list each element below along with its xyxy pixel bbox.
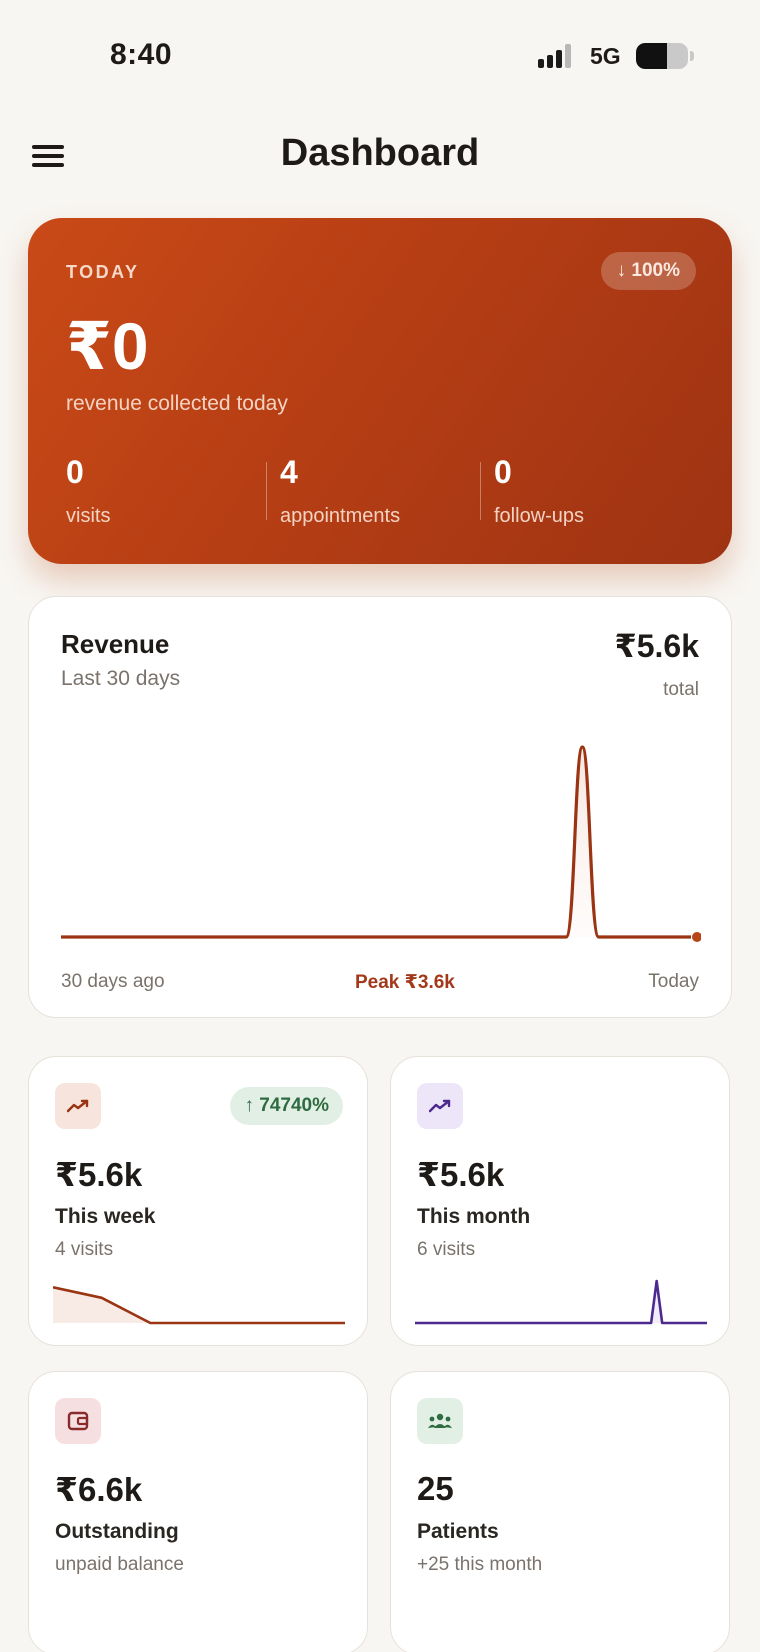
today-label: TODAY [66, 262, 140, 282]
status-time: 8:40 [110, 38, 173, 71]
stat-label: follow-ups [494, 505, 585, 527]
today-revenue-value: ₹0 [66, 309, 149, 383]
revenue-today-point [692, 932, 701, 942]
outstanding-card[interactable]: ₹6.6k Outstanding unpaid balance [28, 1371, 368, 1652]
peak-label: Peak ₹3.6k [355, 972, 455, 993]
axis-start-label: 30 days ago [61, 971, 165, 992]
patients-sub: +25 this month [417, 1554, 543, 1575]
week-visits: 4 visits [55, 1239, 114, 1260]
revenue-total: ₹5.6k [614, 628, 699, 664]
stat-value: 4 [280, 454, 298, 490]
signal-strength-icon [538, 44, 576, 68]
stat-visits[interactable]: 0 visits [66, 454, 110, 534]
axis-end-label: Today [648, 971, 699, 992]
week-label: This week [55, 1205, 156, 1228]
week-value: ₹5.6k [55, 1156, 143, 1193]
patients-group-icon [417, 1398, 463, 1444]
battery-icon [636, 43, 688, 69]
this-month-card[interactable]: ₹5.6k This month 6 visits [390, 1056, 730, 1346]
patients-value: 25 [417, 1470, 454, 1507]
revenue-total-label: total [663, 679, 699, 700]
sparkline-area [415, 1281, 707, 1323]
stat-value: 0 [494, 454, 512, 490]
page-title: Dashboard [280, 132, 480, 174]
today-summary-card[interactable]: TODAY ↓ 100% ₹0 revenue collected today … [28, 218, 732, 564]
today-revenue-caption: revenue collected today [66, 392, 288, 415]
stat-value: 0 [66, 454, 84, 490]
patients-label: Patients [417, 1520, 499, 1543]
revenue-area [61, 747, 691, 937]
stat-label: appointments [280, 505, 401, 527]
status-bar: 8:40 5G [0, 0, 760, 110]
revenue-card[interactable]: Revenue Last 30 days ₹5.6k total 30 days… [28, 596, 732, 1018]
week-growth-badge: ↑ 74740% [230, 1087, 343, 1125]
revenue-subtitle: Last 30 days [61, 667, 181, 690]
trend-up-icon [417, 1083, 463, 1129]
today-stats: 0 visits 4 appointments 0 follow-ups [28, 454, 732, 534]
today-change-badge: ↓ 100% [600, 252, 696, 290]
stat-follow-ups[interactable]: 0 follow-ups [494, 454, 584, 534]
this-week-card[interactable]: ↑ 74740% ₹5.6k This week 4 visits [28, 1056, 368, 1346]
network-type: 5G [590, 43, 621, 69]
sparkline-line [415, 1279, 707, 1325]
trend-up-icon [55, 1083, 101, 1129]
outstanding-label: Outstanding [55, 1520, 179, 1543]
revenue-line-chart [61, 745, 701, 942]
outstanding-sub: unpaid balance [55, 1554, 184, 1575]
stat-label: visits [66, 505, 111, 527]
battery-tip [690, 51, 694, 61]
stat-divider [266, 462, 267, 520]
month-sparkline [415, 1279, 707, 1325]
month-value: ₹5.6k [417, 1156, 505, 1193]
stat-appointments[interactable]: 4 appointments [280, 454, 400, 534]
stat-divider [480, 462, 481, 520]
week-sparkline [53, 1286, 345, 1325]
month-label: This month [417, 1205, 531, 1228]
patients-card[interactable]: 25 Patients +25 this month [390, 1371, 730, 1652]
outstanding-value: ₹6.6k [55, 1471, 143, 1508]
sparkline-area [53, 1287, 345, 1323]
revenue-title: Revenue [61, 629, 170, 659]
wallet-icon [55, 1398, 101, 1444]
revenue-series-line [61, 745, 691, 939]
month-visits: 6 visits [417, 1239, 476, 1260]
